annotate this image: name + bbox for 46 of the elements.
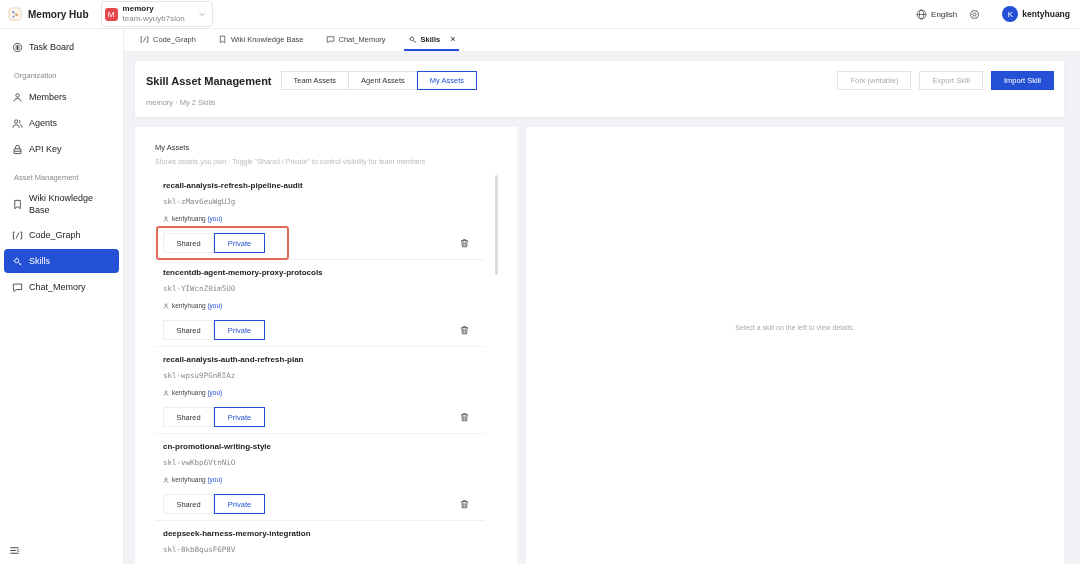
bookmark-icon	[217, 34, 227, 44]
user-icon	[12, 91, 23, 103]
workspace-name: memory	[122, 4, 155, 14]
delete-icon[interactable]	[460, 238, 469, 248]
close-icon[interactable]: ×	[450, 34, 456, 44]
user-avatar[interactable]: K	[1002, 6, 1019, 22]
users-icon	[12, 117, 23, 129]
sidebar-item[interactable]: Code_Graph	[4, 223, 119, 247]
user-icon	[163, 389, 169, 396]
sidebar-item[interactable]: Members	[4, 85, 119, 109]
user-icon	[163, 476, 169, 483]
workspace-selector[interactable]: M memory team-wyuyb7sion	[100, 1, 213, 27]
logo-icon	[8, 7, 22, 21]
scrollbar[interactable]	[495, 175, 498, 275]
team-id: team-wyuyb7sion	[122, 14, 185, 24]
delete-icon[interactable]	[460, 499, 469, 509]
skill-name: tencentdb-agent-memory-proxy-protocols	[163, 268, 324, 277]
collapse-menu-icon[interactable]	[9, 545, 20, 556]
globe-icon	[916, 8, 928, 20]
settings-icon[interactable]	[969, 8, 981, 20]
chat-icon	[12, 281, 23, 293]
chat-icon	[325, 34, 335, 44]
user-icon	[163, 302, 169, 309]
language-selector[interactable]: English	[916, 8, 958, 20]
sidebar-item[interactable]: Skills	[4, 249, 119, 273]
sidebar-item[interactable]: API Key	[4, 137, 119, 161]
user-icon	[163, 215, 169, 222]
delete-icon[interactable]	[460, 325, 469, 335]
bookmark-icon	[12, 198, 23, 210]
user-name: kentyhuang	[1022, 9, 1070, 19]
app-name: Memory Hub	[28, 8, 89, 20]
code-icon	[140, 34, 149, 44]
workspace-badge: M	[104, 7, 118, 21]
skill-name: cn-promotional-writing-style	[163, 442, 272, 451]
sidebar-item[interactable]: Chat_Memory	[4, 275, 119, 299]
sidebar-item[interactable]: Task Board	[4, 35, 119, 59]
skill-name: recall-analysis-auth-and-refresh-plan	[163, 355, 305, 364]
lock-icon	[12, 143, 23, 155]
skill-name: deepseek-harness-memory-integration	[163, 529, 312, 538]
skill-name: recall-analysis-refresh-pipeline-audit	[163, 181, 304, 190]
sidebar-item[interactable]: Agents	[4, 111, 119, 135]
code-icon	[12, 229, 23, 241]
page-title: Skill Asset Management	[146, 74, 272, 87]
delete-icon[interactable]	[460, 412, 469, 422]
chevron-down-icon	[197, 10, 206, 18]
sidebar-item[interactable]: Wiki Knowledge Base	[4, 187, 119, 221]
